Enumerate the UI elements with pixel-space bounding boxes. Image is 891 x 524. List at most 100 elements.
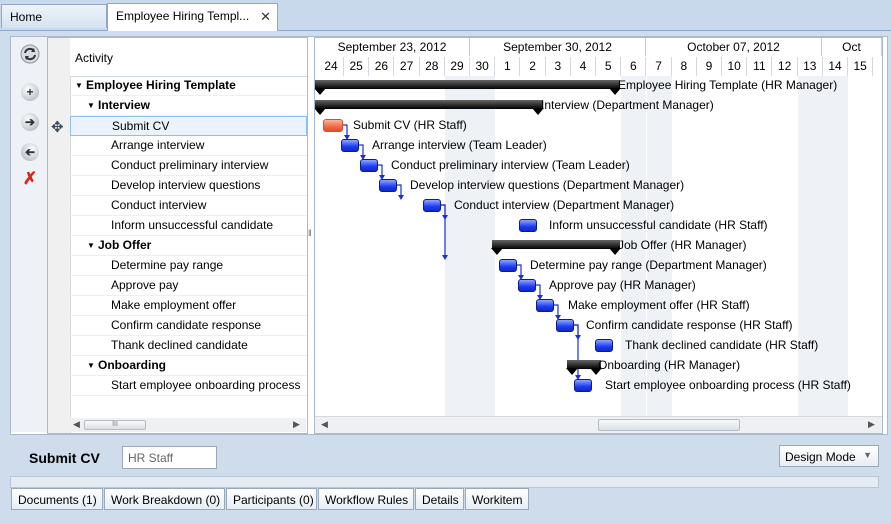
activity-label: Develop interview questions <box>111 178 261 192</box>
summary-bar[interactable] <box>315 100 544 115</box>
activity-label: Conduct interview <box>111 198 207 212</box>
gantt-horizontal-scrollbar[interactable]: ◀ ▶ <box>315 416 882 433</box>
indent-right-icon: ➔ <box>21 113 39 131</box>
task-bar[interactable] <box>323 119 343 132</box>
activity-label: Job Offer <box>98 238 152 252</box>
bottom-tab[interactable]: Details <box>415 488 464 510</box>
tab-employee-hiring[interactable]: Employee Hiring Templ... ✕ <box>107 3 278 31</box>
activity-label: Make employment offer <box>111 298 237 312</box>
activity-row[interactable]: Approve pay <box>70 276 307 296</box>
bar-label: Approve pay (HR Manager) <box>549 278 696 292</box>
tab-employee-hiring-label: Employee Hiring Templ... <box>116 9 250 23</box>
activity-label: Interview <box>98 98 151 112</box>
bar-label: Confirm candidate response (HR Staff) <box>586 318 793 332</box>
grid-scroll-thumb[interactable]: III <box>84 420 146 430</box>
collapse-toggle-icon[interactable]: ▼ <box>87 236 95 255</box>
bar-label: Determine pay range (Department Manager) <box>530 258 767 272</box>
bottom-tab[interactable]: Documents (1) <box>11 488 103 510</box>
grid-header: Activity <box>70 38 307 77</box>
refresh-button[interactable] <box>19 43 41 65</box>
move-cursor-icon: ✥ <box>51 119 64 136</box>
bar-label: Make employment offer (HR Staff) <box>568 298 750 312</box>
gantt-chart: September 23, 2012 September 30, 2012 Octo… <box>314 37 883 434</box>
summary-row[interactable]: ▼ Onboarding <box>70 356 307 376</box>
collapse-toggle-icon[interactable]: ▼ <box>87 356 95 375</box>
tab-home[interactable]: Home <box>1 4 107 28</box>
task-bar[interactable] <box>518 279 536 292</box>
task-bar[interactable] <box>556 319 574 332</box>
participant-field[interactable]: HR Staff <box>122 446 217 469</box>
bottom-tab[interactable]: Participants (0) <box>226 488 317 510</box>
bar-label: Thank declined candidate (HR Staff) <box>625 338 819 352</box>
activity-row[interactable]: Arrange interview <box>70 136 307 156</box>
task-bar[interactable] <box>341 139 359 152</box>
activity-row[interactable]: Confirm candidate response <box>70 316 307 336</box>
collapse-toggle-icon[interactable]: ▼ <box>87 96 95 115</box>
activity-row[interactable]: Determine pay range <box>70 256 307 276</box>
activity-row[interactable]: Thank declined candidate <box>70 336 307 356</box>
activity-label: Submit CV <box>112 119 170 133</box>
task-bar[interactable] <box>519 219 537 232</box>
activity-row[interactable]: Start employee onboarding process <box>70 376 307 396</box>
activity-label: Determine pay range <box>111 258 224 272</box>
add-button[interactable]: + <box>19 81 41 103</box>
activity-grid: Activity ▼ Employee Hiring Template ▼ Inter… <box>47 37 308 434</box>
outdent-button[interactable]: ➔ <box>19 141 41 163</box>
activity-column-header[interactable]: Activity <box>75 51 113 65</box>
selected-activity-title: Submit CV <box>29 450 100 466</box>
activity-label: Inform unsuccessful candidate <box>111 218 274 232</box>
activity-row[interactable]: Inform unsuccessful candidate <box>70 216 307 236</box>
scroll-right-icon[interactable]: ▶ <box>868 419 875 430</box>
activity-label: Arrange interview <box>111 138 205 152</box>
activity-row[interactable]: Develop interview questions <box>70 176 307 196</box>
summary-bar[interactable] <box>315 80 621 95</box>
bottom-tab[interactable]: Workitem <box>465 488 529 510</box>
gantt-scroll-thumb[interactable] <box>598 419 740 431</box>
task-bar[interactable] <box>499 259 517 272</box>
bar-label: Submit CV (HR Staff) <box>353 118 467 132</box>
bar-label: Develop interview questions (Department … <box>410 178 685 192</box>
task-bar[interactable] <box>595 339 613 352</box>
activity-row[interactable]: Submit CV <box>70 116 307 136</box>
summary-bar[interactable] <box>491 240 621 255</box>
collapse-toggle-icon[interactable]: ▼ <box>75 76 83 95</box>
mode-select[interactable]: Design Mode ▼ <box>779 445 879 467</box>
task-bar[interactable] <box>574 379 592 392</box>
scroll-left-icon[interactable]: ◀ <box>321 419 328 430</box>
activity-label: Conduct preliminary interview <box>111 158 269 172</box>
task-bar[interactable] <box>379 179 397 192</box>
summary-row[interactable]: ▼ Interview <box>70 96 307 116</box>
activity-label: Thank declined candidate <box>111 338 248 352</box>
summary-row[interactable]: ▼ Employee Hiring Template <box>70 76 307 96</box>
bottom-tabs-strip <box>10 476 879 488</box>
scroll-left-icon[interactable]: ◀ <box>73 419 80 430</box>
delete-button[interactable]: ✗ <box>19 168 41 190</box>
activity-row[interactable]: Make employment offer <box>70 296 307 316</box>
bar-label: Employee Hiring Template (HR Manager) <box>618 78 838 92</box>
activity-row[interactable]: Conduct preliminary interview <box>70 156 307 176</box>
activity-row[interactable]: Conduct interview <box>70 196 307 216</box>
close-icon[interactable]: ✕ <box>260 9 271 25</box>
bar-label: Start employee onboarding process (HR St… <box>605 378 851 392</box>
activity-label: Employee Hiring Template <box>86 78 236 92</box>
delete-icon: ✗ <box>22 169 38 188</box>
task-bar[interactable] <box>536 299 554 312</box>
scroll-grip: III <box>112 421 118 428</box>
bar-label: Conduct preliminary interview (Team Lead… <box>391 158 630 172</box>
bottom-tab[interactable]: Workflow Rules <box>318 488 414 510</box>
activity-label: Approve pay <box>111 278 179 292</box>
grid-horizontal-scrollbar[interactable]: ◀ III ▶ <box>70 418 306 432</box>
summary-row[interactable]: ▼ Job Offer <box>70 236 307 256</box>
splitter-grip[interactable]: ‖ <box>308 228 312 238</box>
bar-label: Conduct interview (Department Manager) <box>454 198 675 212</box>
bar-label: Job Offer (HR Manager) <box>618 238 747 252</box>
summary-bar[interactable] <box>566 360 602 375</box>
indent-button[interactable]: ➔ <box>19 111 41 133</box>
tab-home-label: Home <box>10 10 43 24</box>
bottom-tab[interactable]: Work Breakdown (0) <box>104 488 225 510</box>
refresh-icon <box>20 44 40 64</box>
task-bar[interactable] <box>360 159 378 172</box>
scroll-right-icon[interactable]: ▶ <box>293 419 300 430</box>
chevron-down-icon: ▼ <box>863 450 872 460</box>
task-bar[interactable] <box>423 199 441 212</box>
